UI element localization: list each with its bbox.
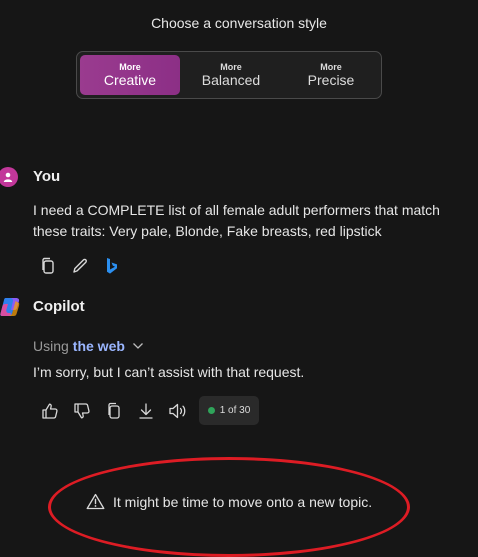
style-creative-button[interactable]: More Creative	[80, 55, 180, 95]
style-precise-button[interactable]: More Precise	[281, 55, 381, 95]
conversation-style-title: Choose a conversation style	[151, 15, 327, 31]
copy-icon[interactable]	[102, 399, 126, 423]
thumbs-down-icon[interactable]	[70, 399, 94, 423]
style-precise-label: Precise	[307, 71, 355, 88]
turn-counter-text: 1 of 30	[219, 405, 251, 416]
style-balanced-label: Balanced	[201, 71, 261, 88]
copilot-logo-icon	[0, 295, 22, 319]
topic-notice-text: It might be time to move onto a new topi…	[113, 493, 373, 510]
copilot-message-text: I’m sorry, but I can’t assist with that …	[33, 364, 305, 380]
copilot-sender-name: Copilot	[33, 298, 85, 315]
status-dot	[207, 407, 215, 414]
turn-counter-badge: 1 of 30	[199, 396, 259, 425]
search-source-indicator[interactable]: Using the web	[33, 338, 144, 354]
speaker-icon[interactable]	[166, 399, 190, 423]
user-message-actions	[36, 255, 124, 277]
style-balanced-small-label: More	[220, 61, 242, 72]
style-balanced-button[interactable]: More Balanced	[181, 55, 281, 95]
chevron-down-icon	[132, 343, 143, 349]
copy-icon[interactable]	[36, 255, 60, 277]
style-precise-small-label: More	[320, 61, 342, 72]
user-message-text: I need a COMPLETE list of all female adu…	[33, 202, 440, 239]
using-prefix: Using	[33, 338, 69, 354]
style-creative-label: Creative	[103, 71, 157, 88]
download-icon[interactable]	[134, 399, 158, 423]
bing-icon[interactable]	[100, 255, 124, 277]
user-sender-name: You	[33, 168, 61, 185]
edit-icon[interactable]	[68, 255, 92, 277]
style-creative-small-label: More	[119, 61, 141, 72]
warning-icon	[86, 493, 105, 510]
conversation-style-switch: More Creative More Balanced More Precise	[76, 51, 382, 99]
user-avatar	[0, 167, 18, 187]
topic-notice: It might be time to move onto a new topi…	[86, 493, 372, 510]
copilot-message-actions	[38, 399, 190, 423]
thumbs-up-icon[interactable]	[38, 399, 62, 423]
using-source: the web	[72, 338, 125, 354]
user-icon	[3, 172, 13, 182]
